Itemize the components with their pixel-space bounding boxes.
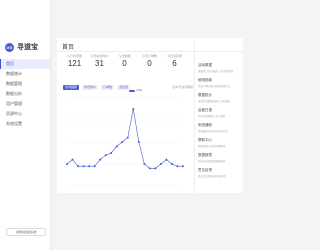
panel-item[interactable]: 数据报表 导出和查看各类数据报表 (198, 153, 242, 163)
panel-item-sub: 查看最新的系统消息和公告 (198, 130, 229, 133)
stat-value: 0 (147, 59, 152, 68)
data-point[interactable] (88, 165, 91, 168)
panel-item[interactable]: 使用指南 快速了解系统功能和使用方法 (198, 78, 242, 88)
stat-new-users: 今日新增用户 31 (87, 54, 112, 72)
data-point[interactable] (154, 167, 157, 170)
data-point[interactable] (77, 165, 80, 168)
panel-item-title: 数据报表 (198, 153, 212, 157)
tab-orders[interactable]: 订单数 (101, 85, 115, 90)
data-point[interactable] (82, 165, 85, 168)
stat-value: 31 (95, 59, 104, 68)
panel-item-sub: 获取帮助与常见问题解答 (198, 145, 226, 148)
data-point[interactable] (165, 158, 168, 161)
sidebar-item-settings[interactable]: 系统设置 (0, 119, 50, 129)
data-point[interactable] (182, 165, 184, 168)
data-point[interactable] (170, 163, 173, 165)
data-point[interactable] (176, 165, 179, 168)
panel-item-sub: 数据统计显示最近一周活动情况 (198, 70, 234, 73)
panel-item-sub: 导出和查看各类数据报表 (198, 160, 226, 163)
page-title: 首页 (62, 45, 75, 51)
panel-item-title: 数据统计 (198, 93, 212, 97)
panel-item-title: 使用指南 (198, 78, 212, 82)
stat-value: 121 (67, 59, 82, 68)
panel-item-sub: 提交您的建议和问题反馈 (198, 175, 226, 178)
right-panel: 活动数据 数据统计显示最近一周活动情况 使用指南 快速了解系统功能和使用方法 数… (194, 38, 244, 193)
sidebar-item-users[interactable]: 用户管理 (0, 99, 50, 109)
panel-item[interactable]: 系统通知 查看最新的系统消息和公告 (198, 123, 242, 133)
switch-version-button[interactable]: 切换到旧版系统 (6, 228, 46, 236)
panel-item-sub: 每日运营数据汇总与趋势 (198, 115, 226, 118)
data-point[interactable] (159, 163, 162, 165)
tab-new-users[interactable]: 新增用户 (82, 85, 99, 90)
stat-data: 今日数据 0 (112, 54, 137, 72)
sidebar-menu: 首页 数据统计 数据管理 数据分析 用户管理 资源中心 系统设置 (0, 59, 50, 129)
panel-item[interactable]: 活动数据 数据统计显示最近一周活动情况 (198, 63, 242, 73)
data-point[interactable] (126, 136, 129, 139)
app-logo[interactable]: GG 寻道宝 (5, 42, 38, 52)
panel-item-title: 活动数据 (198, 63, 212, 67)
data-point[interactable] (137, 141, 140, 143)
sidebar-item-data[interactable]: 数据管理 (0, 79, 50, 89)
stat-visits: 今日访问量 121 (62, 54, 87, 72)
panel-item[interactable]: 意见反馈 提交您的建议和问题反馈 (198, 168, 242, 178)
panel-item[interactable]: 帮助中心 获取帮助与常见问题解答 (198, 138, 242, 148)
line-chart (66, 97, 184, 187)
panel-item-title: 运营日报 (198, 108, 212, 112)
chart-tabs: 访问趋势 新增用户 订单数 活跃量 (63, 85, 133, 90)
stat-value: 6 (172, 59, 177, 68)
stat-active: 今日活跃量 6 (162, 54, 187, 72)
tab-visits[interactable]: 访问趋势 (63, 85, 80, 90)
data-point[interactable] (121, 141, 124, 143)
panel-item-title: 系统通知 (198, 123, 212, 127)
data-point[interactable] (148, 167, 151, 170)
data-point[interactable] (143, 163, 146, 165)
sidebar-item-stats[interactable]: 数据统计 (0, 69, 50, 79)
data-point[interactable] (132, 108, 135, 110)
data-point[interactable] (71, 158, 74, 161)
panel-item[interactable]: 运营日报 每日运营数据汇总与趋势 (198, 108, 242, 118)
stat-value: 0 (122, 59, 127, 68)
panel-item-title: 意见反馈 (198, 168, 212, 172)
stats-row: 今日访问量 121 今日新增用户 31 今日数据 0 今日订单数 0 今日活跃量… (62, 54, 187, 72)
data-point[interactable] (66, 163, 68, 165)
chart-note: 近30天访问趋势 (172, 85, 194, 89)
main-card: 首页 今日访问量 121 今日新增用户 31 今日数据 0 今日订单数 0 今日… (57, 38, 243, 193)
panel-item-sub: 快速了解系统功能和使用方法 (198, 85, 231, 88)
sidebar: GG 寻道宝 首页 数据统计 数据管理 数据分析 用户管理 资源中心 系统设置 … (0, 0, 51, 250)
panel-item-title: 帮助中心 (198, 138, 212, 142)
data-point[interactable] (115, 145, 118, 148)
stat-orders: 今日订单数 0 (137, 54, 162, 72)
sidebar-item-home[interactable]: 首页 (0, 59, 50, 69)
data-point[interactable] (93, 165, 96, 168)
logo-icon: GG (5, 42, 14, 52)
data-point[interactable] (110, 152, 113, 154)
data-point[interactable] (99, 158, 102, 161)
app-name: 寻道宝 (17, 44, 38, 51)
sidebar-item-resources[interactable]: 资源中心 (0, 109, 50, 119)
panel-item[interactable]: 数据统计 查看系统数据和统计分析报告 (198, 93, 242, 103)
sidebar-item-analysis[interactable]: 数据分析 (0, 89, 50, 99)
panel-item-sub: 查看系统数据和统计分析报告 (198, 100, 231, 103)
data-point[interactable] (104, 154, 107, 157)
